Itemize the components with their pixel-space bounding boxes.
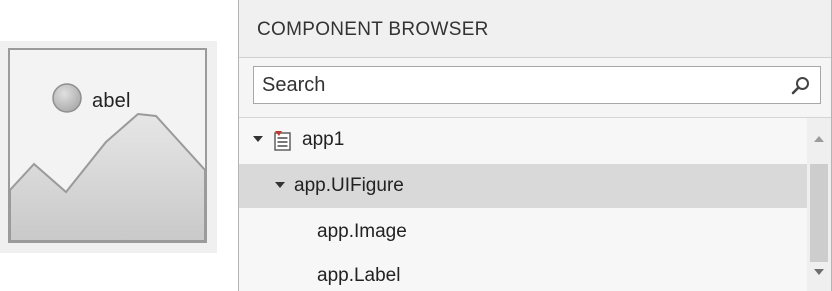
tree-node-label: app.Label	[317, 265, 401, 286]
tree-node-label: app.UIFigure	[294, 175, 404, 196]
image-frame[interactable]: abel	[8, 48, 207, 243]
scrollbar-thumb[interactable]	[810, 164, 828, 262]
tree-node-uifigure[interactable]: app.UIFigure	[239, 164, 807, 208]
search-icon[interactable]	[790, 75, 812, 97]
scroll-up-icon[interactable]	[814, 136, 824, 142]
tree-scrollbar[interactable]	[807, 118, 831, 291]
overlay-label[interactable]: abel	[92, 90, 131, 113]
scroll-down-icon[interactable]	[814, 269, 824, 275]
tree-node-label: app.Image	[317, 221, 407, 242]
search-box[interactable]	[253, 66, 821, 104]
component-browser-header: COMPONENT BROWSER	[239, 0, 831, 58]
component-tree: app1 app.UIFigure app.Image app.Label	[239, 118, 807, 291]
tree-node-label: app1	[302, 129, 345, 150]
image-placeholder-icon	[10, 83, 205, 241]
component-browser-title: COMPONENT BROWSER	[257, 19, 489, 40]
tree-node-image[interactable]: app.Image	[239, 210, 807, 254]
tree-node-app1[interactable]: app1	[239, 118, 807, 162]
search-input[interactable]	[262, 71, 782, 99]
expand-arrow-icon[interactable]	[275, 182, 285, 188]
app-designer-view: abel COMPONENT BROWSER Search app1 app.U…	[0, 0, 832, 291]
component-browser: COMPONENT BROWSER Search app1 app.UIFigu…	[238, 0, 832, 291]
search-row	[239, 58, 831, 118]
tree-node-label-component[interactable]: app.Label	[239, 254, 807, 291]
expand-arrow-icon[interactable]	[253, 136, 263, 142]
image-component-preview[interactable]: abel	[0, 41, 217, 253]
app-file-icon	[274, 131, 291, 151]
